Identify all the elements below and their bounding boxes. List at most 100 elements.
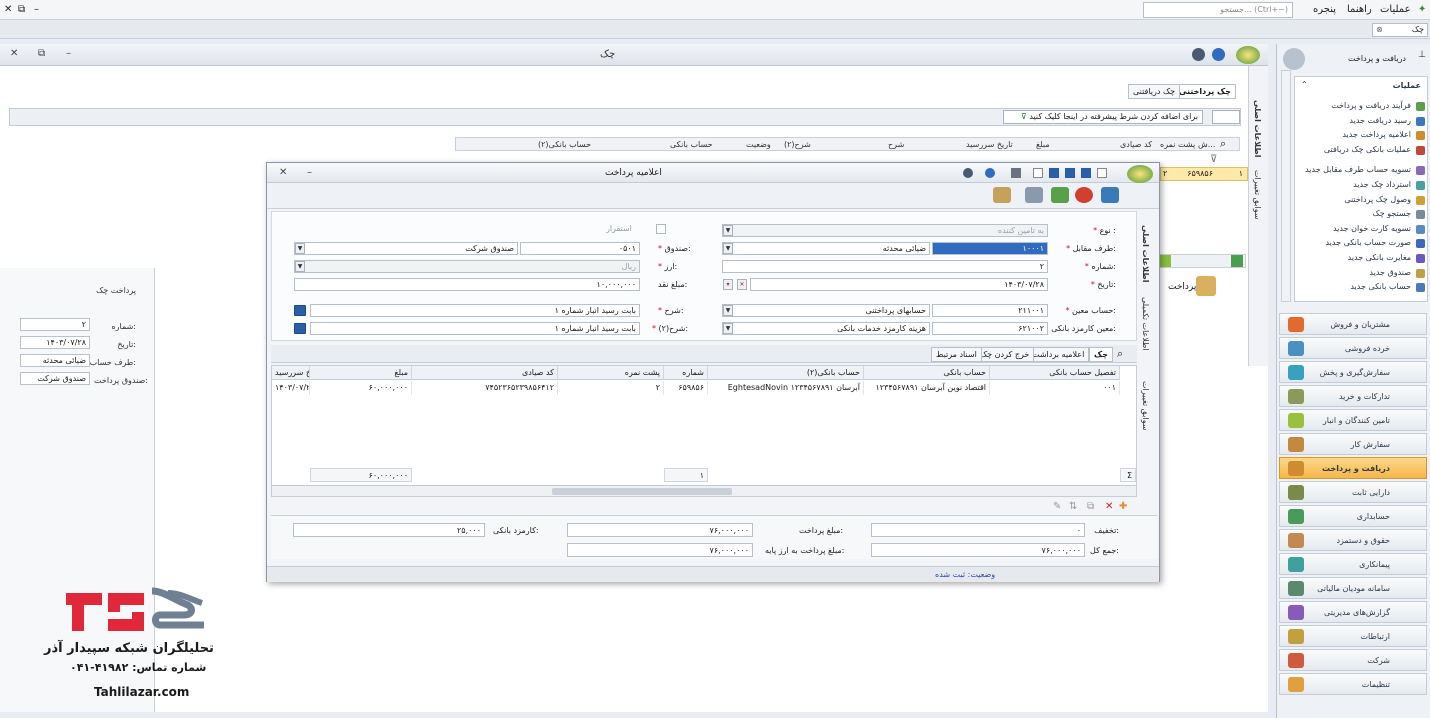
dialog-help-icon[interactable] <box>963 168 973 178</box>
module-button[interactable]: دارایی ثابت <box>1279 481 1427 503</box>
tab-receivable-checks[interactable]: چک دریافتنی <box>1128 84 1181 99</box>
grid-filter-icon[interactable]: ⊽ <box>1210 154 1217 165</box>
cell-sayadi[interactable]: ۷۴۵۲۳۶۵۲۳۹۸۵۶۴۱۲ <box>412 381 558 395</box>
save-icon[interactable] <box>1049 168 1059 178</box>
operation-item[interactable]: عملیات بانکی چک دریافتی <box>1324 145 1411 154</box>
operation-item[interactable]: رسید دریافت جدید <box>1349 116 1411 125</box>
filter-clear-button[interactable] <box>1212 110 1240 124</box>
tab-check[interactable]: ⊗ چک <box>1372 23 1428 37</box>
operation-item[interactable]: مغایرت بانکی جدید <box>1348 253 1411 262</box>
fee-input[interactable]: ۲۵,۰۰۰ <box>293 523 485 537</box>
module-button[interactable]: تدارکات و خرید <box>1279 385 1427 407</box>
table-row[interactable]: ۱ ۶۵۹۸۵۶ ۲ <box>1160 167 1248 181</box>
menu-operations[interactable]: عملیات <box>1380 4 1411 15</box>
module-button[interactable]: سفارش‌گیری و پخش <box>1279 361 1427 383</box>
copy-icon[interactable] <box>1033 168 1043 178</box>
fee-account-dropdown-icon[interactable]: ▼ <box>723 323 733 334</box>
module-button[interactable]: تامین کنندگان و انبار <box>1279 409 1427 431</box>
close-app-icon[interactable]: ✕ <box>4 4 12 15</box>
delete-row-icon[interactable]: ✕ <box>1105 501 1113 512</box>
copy-row-icon[interactable]: ⧉ <box>1087 501 1094 512</box>
dialog-minimize-icon[interactable]: – <box>307 167 312 178</box>
fee-account-name-select[interactable]: هزینه کارمزد خدمات بانکی <box>722 322 930 335</box>
cashbox-name-select[interactable]: صندوق شرکت <box>294 242 518 255</box>
subtab-related-docs[interactable]: اسناد مرتبط <box>931 347 982 362</box>
dialog-tab-extra[interactable]: اطلاعات تکمیلی <box>1141 297 1150 351</box>
subtab-withdrawal[interactable]: اعلامیه برداشت <box>1027 347 1090 362</box>
cash-amount-input[interactable]: ۱۰,۰۰۰,۰۰۰ <box>294 278 640 291</box>
operation-item[interactable]: تسویه کارت خوان جدید <box>1333 224 1411 233</box>
description2-input[interactable]: بابت رسید انبار شماره ۱ <box>310 322 640 335</box>
info-icon[interactable] <box>1212 48 1225 61</box>
cell-due[interactable]: ۱۴۰۳/۰۷/۲۸ <box>272 381 310 395</box>
window-close-icon[interactable]: ✕ <box>10 48 18 59</box>
module-button[interactable]: گزارش‌های مدیریتی <box>1279 601 1427 623</box>
col-row-number[interactable]: ش... <box>1198 140 1215 149</box>
module-button[interactable]: شرکت <box>1279 649 1427 671</box>
approve-icon[interactable] <box>1051 187 1069 203</box>
window-minimize-icon[interactable]: – <box>66 48 71 59</box>
cell-number[interactable]: ۶۵۹۸۵۶ <box>664 381 708 395</box>
date-input[interactable]: ۱۴۰۳/۰۷/۲۸ <box>750 278 1048 291</box>
account-name-select[interactable]: حسابهای پرداختنی <box>722 304 930 317</box>
module-button[interactable]: تنظیمات <box>1279 673 1427 695</box>
col-sayadi-code[interactable]: کد صیادی <box>1120 140 1152 149</box>
stable-checkbox[interactable] <box>656 224 666 234</box>
cell-amount[interactable]: ۶۰,۰۰۰,۰۰۰ <box>310 381 412 395</box>
voucher-icon[interactable] <box>993 187 1011 203</box>
dialog-info-icon[interactable] <box>985 168 995 178</box>
currency-dropdown-icon[interactable]: ▼ <box>295 261 305 272</box>
cell-back-number[interactable]: ۲ <box>558 381 664 395</box>
advanced-filter-button[interactable]: ⊽ برای اضافه کردن شرط پیشرفته در اینجا ک… <box>1003 110 1203 124</box>
tab-main-info[interactable]: اطلاعات اصلی <box>1253 100 1262 157</box>
minimize-app-icon[interactable]: – <box>34 4 39 15</box>
dialog-tab-main[interactable]: اطلاعات اصلی <box>1141 225 1150 282</box>
help-icon[interactable] <box>1192 48 1205 61</box>
module-button[interactable]: حسابداری <box>1279 505 1427 527</box>
operation-item[interactable]: صندوق جدید <box>1369 268 1411 277</box>
type-dropdown-icon[interactable]: ▼ <box>723 225 733 236</box>
party-name-select[interactable]: ضیائی محدثه <box>722 242 930 255</box>
module-button[interactable]: سفارش کار <box>1279 433 1427 455</box>
col-amount[interactable]: مبلغ <box>1036 140 1050 149</box>
window-restore-icon[interactable]: ⧉ <box>38 48 45 59</box>
party-code-input[interactable]: ۱۰۰۰۱ <box>932 242 1048 255</box>
global-search-input[interactable]: جستجو... (Ctrl+~) <box>1143 2 1293 18</box>
tab-history[interactable]: سوابق تغییرات <box>1253 170 1262 220</box>
pin-icon[interactable]: ⊥ <box>1418 50 1426 60</box>
col-status[interactable]: وضعیت <box>746 140 771 149</box>
operation-item[interactable]: جستجو چک <box>1373 209 1411 218</box>
refresh-icon[interactable] <box>1231 255 1243 267</box>
col-due-date[interactable]: تاریخ سررسید <box>966 140 1013 149</box>
subtab-check[interactable]: چک <box>1089 347 1113 362</box>
operations-scrollbar[interactable] <box>1281 70 1291 302</box>
th-bank[interactable]: حساب بانکی <box>864 366 990 380</box>
restore-app-icon[interactable]: ⧉ <box>18 4 25 15</box>
col-bank-account-2[interactable]: حساب بانکی(۲) <box>538 140 591 149</box>
number-input[interactable]: ۲ <box>722 260 1048 273</box>
col-description[interactable]: شرح <box>888 140 904 149</box>
cell-bank2[interactable]: EghtesadNovin آبرسان ۱۲۳۴۵۶۷۸۹۱ <box>708 381 864 395</box>
add-row-icon[interactable]: ✚ <box>1119 501 1127 512</box>
description-input[interactable]: بابت رسید انبار شماره ۱ <box>310 304 640 317</box>
col-description-2[interactable]: شرح(۲) <box>784 140 811 149</box>
scroll-thumb[interactable] <box>552 488 732 495</box>
tab-close-icon[interactable]: ⊗ <box>1376 25 1383 34</box>
col-back-number[interactable]: پشت نمره <box>1160 140 1195 149</box>
type-select[interactable]: به تامین کننده <box>722 224 1048 237</box>
menu-help[interactable]: راهنما <box>1347 4 1372 15</box>
account-dropdown-icon[interactable]: ▼ <box>723 305 733 316</box>
operation-item[interactable]: حساب بانکی جدید <box>1350 282 1411 291</box>
dialog-tab-history[interactable]: سوابق تغییرات <box>1141 381 1150 431</box>
th-amount[interactable]: مبلغ <box>310 366 412 380</box>
date-clear-icon[interactable]: ✕ <box>737 279 747 290</box>
subtab-search-icon[interactable]: ⌕ <box>1117 347 1123 361</box>
operation-item[interactable]: صورت حساب بانکی جدید <box>1325 238 1411 247</box>
module-button[interactable]: مشتریان و فروش <box>1279 313 1427 335</box>
attach-icon[interactable] <box>1025 187 1043 203</box>
th-detail[interactable]: تفصیل حساب بانکی <box>990 366 1120 380</box>
account-code-input[interactable]: ۲۱۱۰۰۱ <box>932 304 1048 317</box>
operation-item[interactable]: تسویه حساب طرف مقابل جدید <box>1305 165 1411 174</box>
cashbox-dropdown-icon[interactable]: ▼ <box>295 243 305 254</box>
save-close-icon[interactable] <box>1065 168 1075 178</box>
